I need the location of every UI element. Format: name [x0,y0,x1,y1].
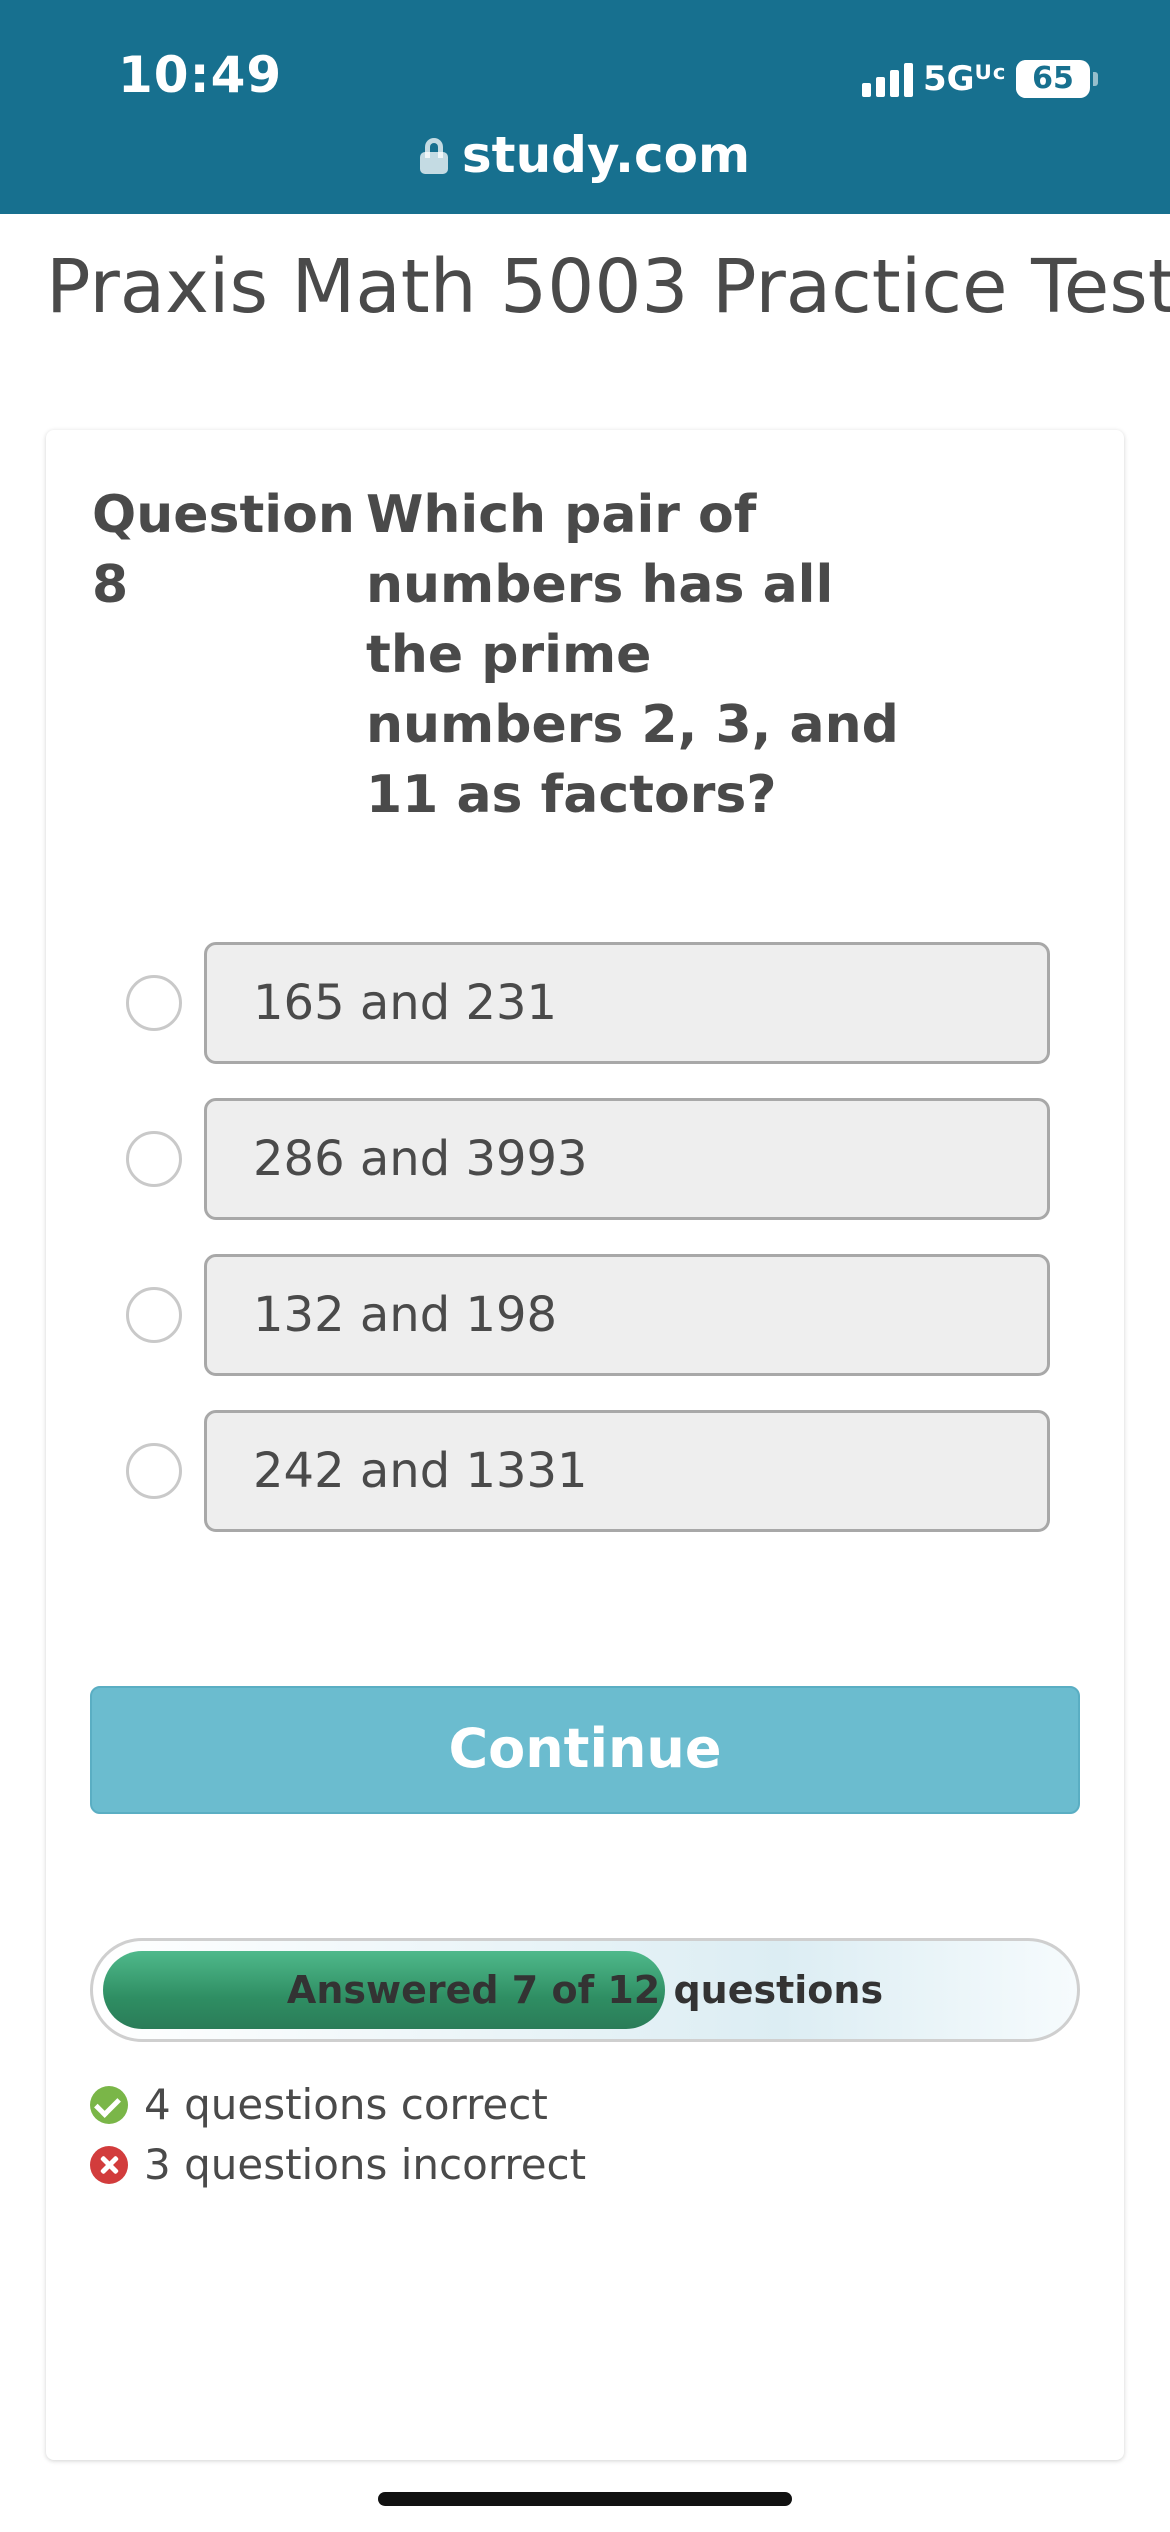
incorrect-count: 3 questions incorrect [90,2140,586,2189]
answer-option-label[interactable]: 242 and 1331 [204,1410,1050,1532]
status-time: 10:49 [118,46,283,104]
radio-button[interactable] [126,975,182,1031]
radio-button[interactable] [126,1287,182,1343]
x-circle-icon [90,2145,128,2184]
answer-option-label[interactable]: 165 and 231 [204,942,1050,1064]
signal-icon [861,61,913,97]
url-bar[interactable]: study.com [0,126,1170,184]
page-title: Praxis Math 5003 Practice Test [46,244,1170,330]
answer-option[interactable]: 165 and 231 [126,942,1056,1064]
radio-button[interactable] [126,1131,182,1187]
incorrect-count-text: 3 questions incorrect [144,2140,587,2189]
status-indicators: 5Gᵁᶜ 65 [861,56,1098,102]
correct-count-text: 4 questions correct [144,2080,548,2129]
url-text: study.com [461,126,751,184]
question-text: Which pair of numbers has all the prime … [366,485,899,825]
continue-button[interactable]: Continue [90,1686,1080,1814]
question-number: Question 8 [92,485,355,615]
radio-button[interactable] [126,1443,182,1499]
correct-count: 4 questions correct [90,2080,548,2129]
home-indicator[interactable] [378,2492,792,2506]
answer-option-label[interactable]: 286 and 3993 [204,1098,1050,1220]
check-circle-icon [90,2085,128,2124]
answer-option[interactable]: 132 and 198 [126,1254,1056,1376]
answer-option[interactable]: 242 and 1331 [126,1410,1056,1532]
lock-icon [419,138,448,174]
battery-level: 65 [1032,61,1074,96]
answer-option[interactable]: 286 and 3993 [126,1098,1056,1220]
network-label: 5Gᵁᶜ [922,59,1006,99]
browser-header: 10:49 5Gᵁᶜ 65 study.com [0,0,1170,214]
battery-icon: 65 [1016,60,1098,98]
progress-bar: Answered 7 of 12 questions [90,1938,1080,2042]
progress-text: Answered 7 of 12 questions [286,1968,884,2012]
answer-option-label[interactable]: 132 and 198 [204,1254,1050,1376]
question-card: Question 8 Which pair of numbers has all… [46,430,1124,2460]
